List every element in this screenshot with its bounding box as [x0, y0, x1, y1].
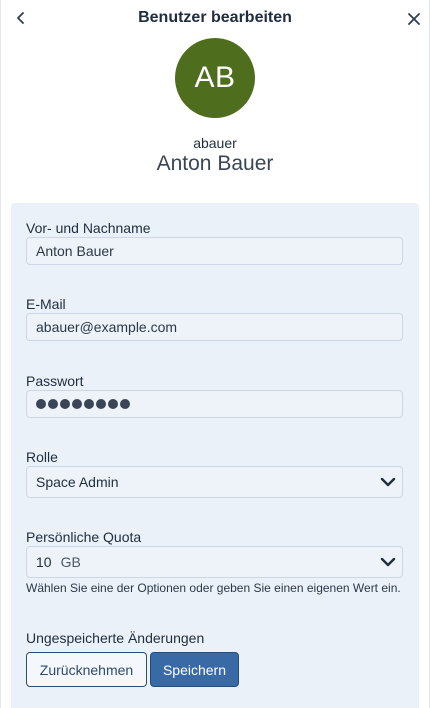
password-dot — [96, 399, 106, 409]
password-mask — [36, 399, 130, 409]
quota-unit: GB — [60, 554, 81, 570]
password-dot — [36, 399, 46, 409]
role-select[interactable]: Space Admin — [26, 466, 403, 498]
password-field[interactable] — [26, 390, 403, 418]
username: abauer — [193, 135, 237, 151]
close-button[interactable] — [403, 8, 425, 30]
quota-amount: 10 — [36, 554, 52, 570]
password-dot — [108, 399, 118, 409]
name-value: Anton Bauer — [36, 243, 114, 259]
password-label: Passwort — [26, 373, 84, 389]
user-form: Vor- und Nachname Anton Bauer E-Mail aba… — [11, 203, 419, 708]
password-dot — [60, 399, 70, 409]
email-field[interactable]: abauer@example.com — [26, 313, 403, 341]
quota-hint: Wählen Sie eine der Optionen oder geben … — [26, 581, 401, 595]
password-dot — [48, 399, 58, 409]
password-dot — [120, 399, 130, 409]
password-dot — [84, 399, 94, 409]
quota-select[interactable]: 10 GB — [26, 546, 403, 578]
display-name: Anton Bauer — [156, 152, 274, 175]
unsaved-changes-label: Ungespeicherte Änderungen — [26, 630, 205, 646]
name-field[interactable]: Anton Bauer — [26, 237, 403, 265]
revert-button[interactable]: Zurücknehmen — [26, 652, 147, 687]
email-value: abauer@example.com — [36, 319, 178, 335]
panel-header: Benutzer bearbeiten — [1, 0, 429, 38]
page-title: Benutzer bearbeiten — [138, 9, 292, 26]
role-value: Space Admin — [36, 474, 119, 490]
email-label: E-Mail — [26, 296, 66, 312]
chevron-down-icon — [380, 557, 396, 567]
edit-user-panel: Benutzer bearbeiten AB abauer Anton Baue… — [0, 0, 430, 708]
avatar: AB — [175, 38, 255, 118]
chevron-down-icon — [380, 477, 396, 487]
avatar-initials: AB — [194, 61, 236, 94]
password-dot — [72, 399, 82, 409]
role-label: Rolle — [26, 449, 58, 465]
close-icon — [408, 13, 420, 25]
save-button[interactable]: Speichern — [150, 652, 239, 687]
quota-label: Persönliche Quota — [26, 529, 142, 545]
name-label: Vor- und Nachname — [26, 220, 151, 236]
